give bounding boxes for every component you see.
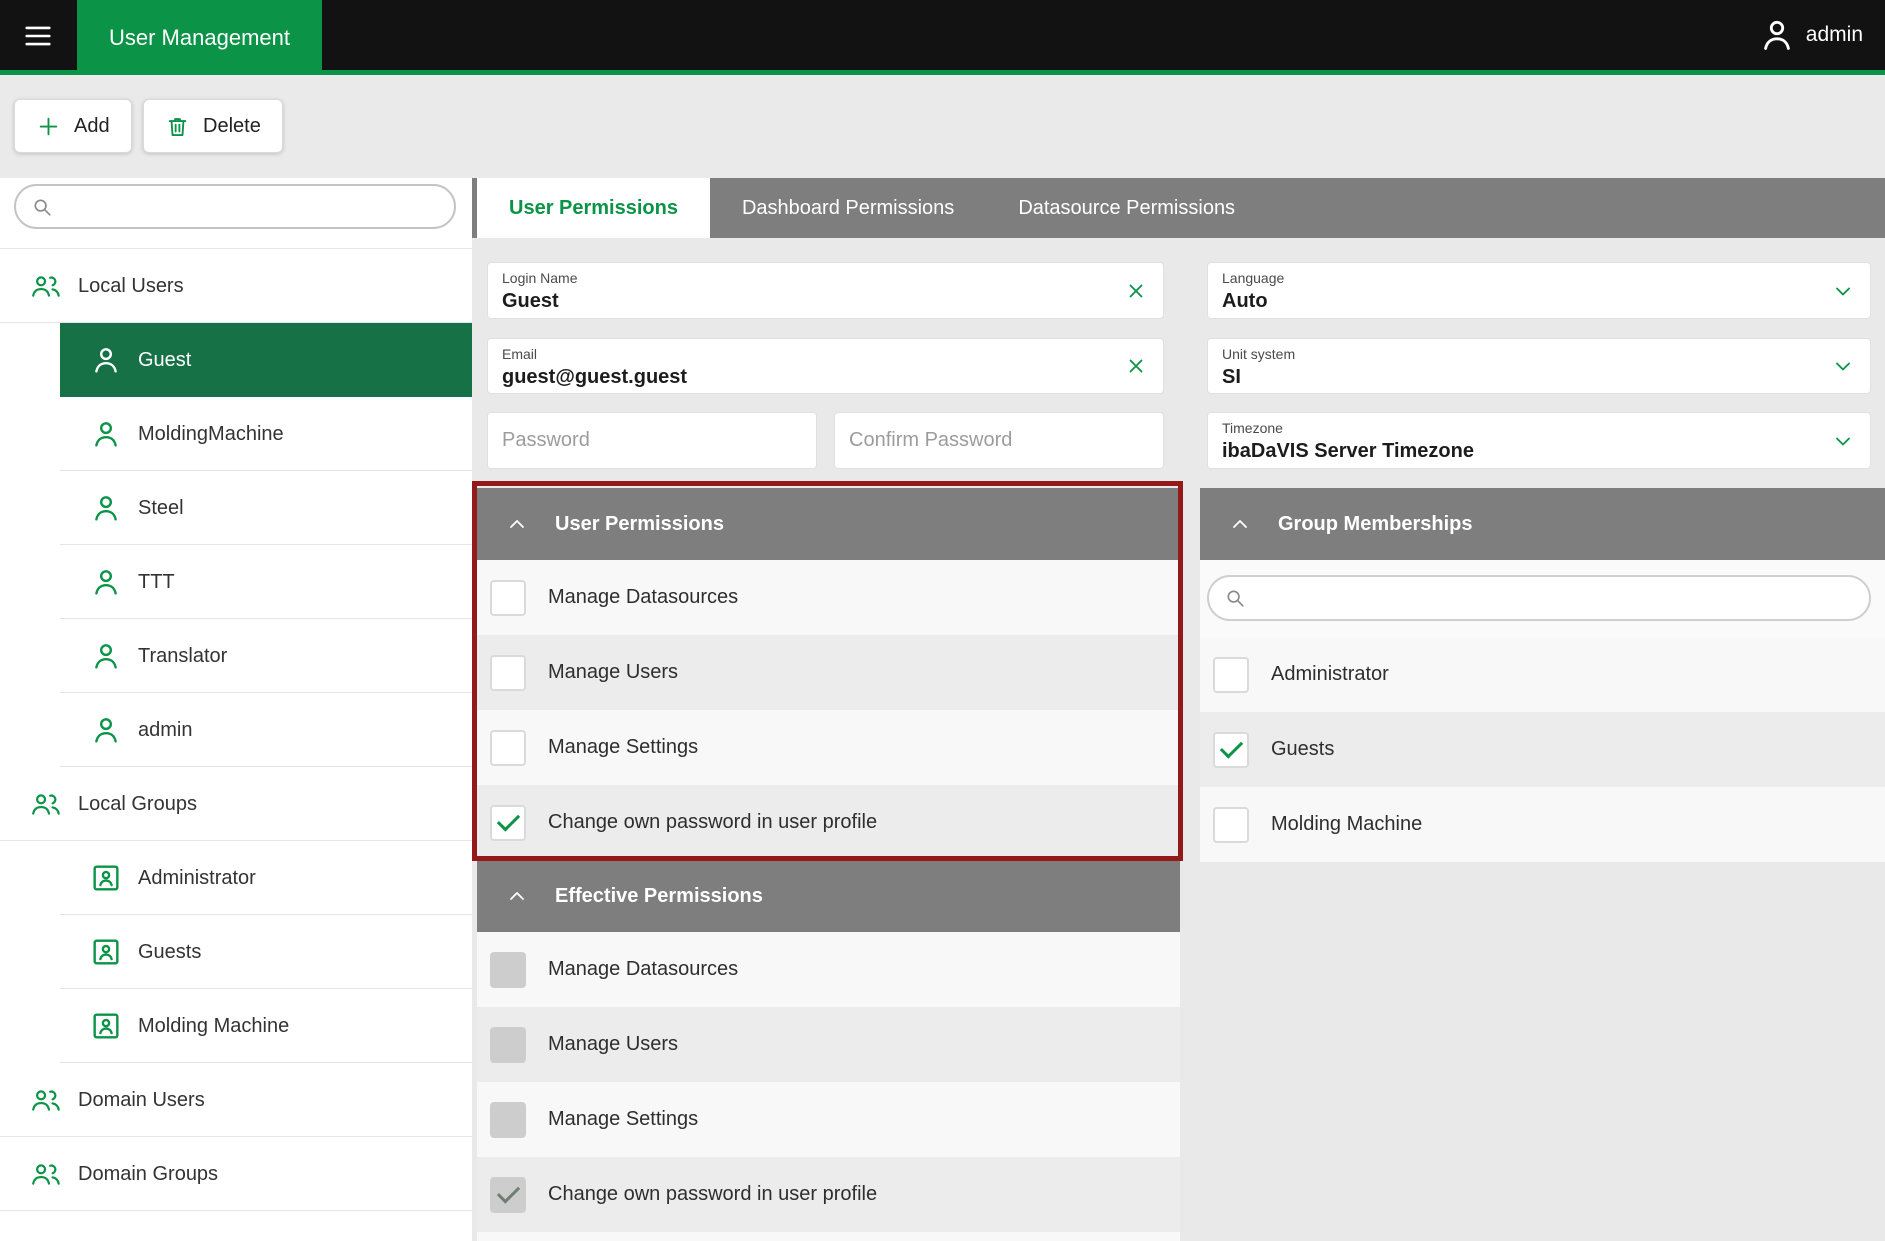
search-icon — [31, 196, 53, 218]
effective-checkbox-manage-settings — [490, 1102, 526, 1138]
effective-permissions-header[interactable]: Effective Permissions — [477, 860, 1180, 932]
chevron-up-icon[interactable] — [505, 512, 529, 536]
search-icon — [1224, 587, 1246, 609]
delete-button[interactable]: Delete — [143, 99, 283, 153]
checkbox-change-own-password[interactable] — [490, 805, 526, 841]
user-group-tree: Local Users Guest MoldingMachine Steel T… — [0, 248, 472, 1211]
group-checkbox-guests[interactable] — [1213, 732, 1249, 768]
person-icon — [90, 418, 122, 450]
group-search[interactable] — [1207, 575, 1871, 621]
sidebar-item-administrator[interactable]: Administrator — [0, 841, 472, 915]
effective-checkbox-change-own-password — [490, 1177, 526, 1213]
checkbox-manage-settings[interactable] — [490, 730, 526, 766]
tab-user-permissions[interactable]: User Permissions — [477, 178, 710, 238]
sidebar-item-molding-machine[interactable]: Molding Machine — [0, 989, 472, 1063]
email-field[interactable]: Email — [487, 338, 1164, 394]
permission-tabbar: User Permissions Dashboard Permissions D… — [472, 178, 1885, 238]
login-name-field[interactable]: Login Name — [487, 262, 1164, 319]
group-memberships-column: Group Memberships Administrator Guests M… — [1200, 488, 1885, 862]
group-checkbox-molding-machine[interactable] — [1213, 807, 1249, 843]
permissions-column: User Permissions Manage Datasources Mana… — [477, 488, 1180, 1241]
group-checkbox-administrator[interactable] — [1213, 657, 1249, 693]
tab-dashboard-permissions[interactable]: Dashboard Permissions — [710, 178, 986, 238]
group-row-molding-machine[interactable]: Molding Machine — [1200, 787, 1885, 862]
checkbox-manage-users[interactable] — [490, 655, 526, 691]
group-row-guests[interactable]: Guests — [1200, 712, 1885, 787]
main-content: User Permissions Dashboard Permissions D… — [472, 178, 1885, 1241]
users-group-icon — [30, 1158, 62, 1190]
action-toolbar: Add Delete — [0, 75, 1885, 178]
sidebar-item-translator[interactable]: Translator — [0, 619, 472, 693]
person-icon — [90, 640, 122, 672]
clear-email-icon[interactable] — [1124, 354, 1148, 378]
plus-icon — [36, 114, 61, 139]
sidebar: Local Users Guest MoldingMachine Steel T… — [0, 178, 472, 1241]
person-icon — [90, 714, 122, 746]
sidebar-search-input[interactable] — [64, 196, 439, 218]
group-badge-icon — [90, 936, 122, 968]
unit-system-select[interactable]: Unit system SI — [1207, 338, 1871, 394]
timezone-select[interactable]: Timezone ibaDaVIS Server Timezone — [1207, 412, 1871, 469]
sidebar-item-domain-groups[interactable]: Domain Groups — [0, 1137, 472, 1211]
current-user-chip[interactable]: admin — [1758, 0, 1863, 70]
user-avatar-icon — [1758, 16, 1796, 54]
app-title-tab[interactable]: User Management — [77, 0, 322, 75]
effective-row-change-own-password: Change own password in user profile — [477, 1157, 1180, 1232]
permission-row-manage-users[interactable]: Manage Users — [477, 635, 1180, 710]
clear-login-icon[interactable] — [1124, 279, 1148, 303]
add-button[interactable]: Add — [14, 99, 132, 153]
group-search-row — [1200, 560, 1885, 637]
users-group-icon — [30, 1084, 62, 1116]
checkbox-manage-datasources[interactable] — [490, 580, 526, 616]
hamburger-menu-icon[interactable] — [18, 16, 58, 56]
sidebar-item-guests[interactable]: Guests — [0, 915, 472, 989]
chevron-down-icon — [1831, 429, 1855, 453]
users-group-icon — [30, 270, 62, 302]
effective-row-manage-users: Manage Users — [477, 1007, 1180, 1082]
login-name-input[interactable] — [502, 288, 1084, 315]
sidebar-item-domain-users[interactable]: Domain Users — [0, 1063, 472, 1137]
group-badge-icon — [90, 862, 122, 894]
chevron-down-icon — [1831, 279, 1855, 303]
email-input[interactable] — [502, 364, 1084, 391]
sidebar-search[interactable] — [14, 184, 456, 229]
effective-row-manage-settings: Manage Settings — [477, 1082, 1180, 1157]
password-input[interactable] — [502, 429, 802, 452]
confirm-password-input[interactable] — [849, 429, 1149, 452]
page-title: User Management — [109, 25, 290, 51]
group-row-administrator[interactable]: Administrator — [1200, 637, 1885, 712]
user-permissions-header[interactable]: User Permissions — [477, 488, 1180, 560]
password-field[interactable] — [487, 412, 817, 469]
permission-row-change-own-password[interactable]: Change own password in user profile — [477, 785, 1180, 860]
confirm-password-field[interactable] — [834, 412, 1164, 469]
chevron-up-icon[interactable] — [505, 884, 529, 908]
person-icon — [90, 344, 122, 376]
clipped-row — [477, 1232, 1180, 1241]
sidebar-item-ttt[interactable]: TTT — [0, 545, 472, 619]
permission-row-manage-datasources[interactable]: Manage Datasources — [477, 560, 1180, 635]
group-search-input[interactable] — [1257, 587, 1854, 609]
current-user-label: admin — [1806, 23, 1863, 47]
sidebar-item-moldingmachine[interactable]: MoldingMachine — [0, 397, 472, 471]
language-select[interactable]: Language Auto — [1207, 262, 1871, 319]
tab-datasource-permissions[interactable]: Datasource Permissions — [986, 178, 1267, 238]
effective-checkbox-manage-datasources — [490, 952, 526, 988]
sidebar-item-steel[interactable]: Steel — [0, 471, 472, 545]
person-icon — [90, 492, 122, 524]
effective-checkbox-manage-users — [490, 1027, 526, 1063]
trash-icon — [165, 114, 190, 139]
sidebar-item-guest[interactable]: Guest — [0, 323, 472, 397]
group-badge-icon — [90, 1010, 122, 1042]
sidebar-item-admin[interactable]: admin — [0, 693, 472, 767]
sidebar-item-local-users[interactable]: Local Users — [0, 249, 472, 323]
person-icon — [90, 566, 122, 598]
users-group-icon — [30, 788, 62, 820]
group-memberships-header[interactable]: Group Memberships — [1200, 488, 1885, 560]
chevron-up-icon[interactable] — [1228, 512, 1252, 536]
sidebar-item-local-groups[interactable]: Local Groups — [0, 767, 472, 841]
chevron-down-icon — [1831, 354, 1855, 378]
permission-row-manage-settings[interactable]: Manage Settings — [477, 710, 1180, 785]
effective-row-manage-datasources: Manage Datasources — [477, 932, 1180, 1007]
